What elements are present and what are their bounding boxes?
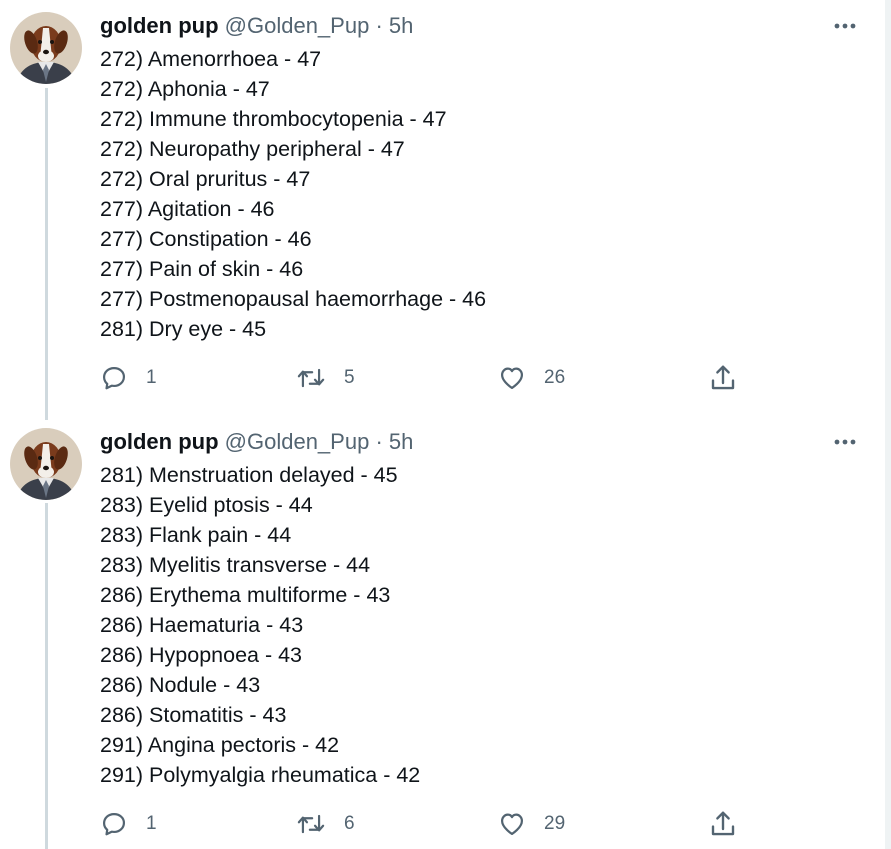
avatar[interactable]	[10, 428, 82, 500]
reply-button[interactable]: 1	[100, 809, 157, 839]
like-button[interactable]: 29	[498, 809, 565, 839]
reply-icon	[100, 364, 128, 392]
heart-icon	[498, 810, 526, 838]
like-count: 29	[544, 813, 566, 834]
tweet-actions: 1 6 29	[100, 809, 760, 839]
retweet-count: 6	[344, 813, 355, 834]
tweet[interactable]: golden pup @Golden_Pup · 5h 281) Menstru…	[0, 428, 885, 849]
heart-icon	[498, 364, 526, 392]
author-handle[interactable]: @Golden_Pup	[225, 13, 370, 38]
tweet-text: 272) Amenorrhoea - 47 272) Aphonia - 47 …	[100, 44, 486, 344]
tweet-text-line: 291) Angina pectoris - 42	[100, 733, 340, 757]
share-icon	[708, 809, 738, 839]
tweet-text-line: 286) Erythema multiforme - 43	[100, 583, 391, 607]
tweet-text-line: 281) Menstruation delayed - 45	[100, 463, 398, 487]
avatar[interactable]	[10, 12, 82, 84]
tweet-text-line: 277) Postmenopausal haemorrhage - 46	[100, 287, 487, 311]
like-count: 26	[544, 367, 566, 388]
tweet-text-line: 272) Immune thrombocytopenia - 47	[100, 107, 447, 131]
tweet-actions: 1 5 26	[100, 363, 760, 393]
tweet-header: golden pup @Golden_Pup · 5h	[100, 12, 413, 40]
tweet-timestamp[interactable]: 5h	[389, 13, 413, 38]
tweet-text-line: 277) Agitation - 46	[100, 197, 275, 221]
tweet-text-line: 281) Dry eye - 45	[100, 317, 267, 341]
tweet-text-line: 286) Nodule - 43	[100, 673, 261, 697]
tweet-text-line: 272) Aphonia - 47	[100, 77, 270, 101]
tweet-text-line: 272) Neuropathy peripheral - 47	[100, 137, 405, 161]
tweet-header: golden pup @Golden_Pup · 5h	[100, 428, 413, 456]
tweet-text-line: 277) Constipation - 46	[100, 227, 312, 251]
more-horizontal-icon[interactable]	[832, 432, 858, 452]
retweet-button[interactable]: 6	[296, 809, 355, 839]
tweet-text-line: 286) Haematuria - 43	[100, 613, 304, 637]
reply-count: 1	[146, 813, 157, 834]
tweet-timestamp[interactable]: 5h	[389, 429, 413, 454]
tweet-text: 281) Menstruation delayed - 45 283) Eyel…	[100, 460, 420, 790]
separator-dot: ·	[375, 13, 383, 38]
tweet[interactable]: golden pup @Golden_Pup · 5h 272) Amenorr…	[0, 12, 885, 402]
like-button[interactable]: 26	[498, 363, 565, 393]
tweet-text-line: 283) Eyelid ptosis - 44	[100, 493, 313, 517]
share-button[interactable]	[708, 363, 738, 393]
tweet-text-line: 283) Flank pain - 44	[100, 523, 292, 547]
tweet-text-line: 272) Oral pruritus - 47	[100, 167, 311, 191]
share-icon	[708, 363, 738, 393]
scrollbar-track[interactable]	[885, 0, 891, 849]
reply-button[interactable]: 1	[100, 363, 157, 393]
retweet-button[interactable]: 5	[296, 363, 355, 393]
retweet-count: 5	[344, 367, 355, 388]
author-display-name[interactable]: golden pup	[100, 429, 219, 454]
more-horizontal-icon[interactable]	[832, 16, 858, 36]
tweet-text-line: 291) Polymyalgia rheumatica - 42	[100, 763, 421, 787]
tweet-text-line: 286) Hypopnoea - 43	[100, 643, 303, 667]
share-button[interactable]	[708, 809, 738, 839]
retweet-icon	[296, 364, 326, 392]
reply-count: 1	[146, 367, 157, 388]
tweet-text-line: 277) Pain of skin - 46	[100, 257, 304, 281]
retweet-icon	[296, 810, 326, 838]
author-handle[interactable]: @Golden_Pup	[225, 429, 370, 454]
tweet-text-line: 272) Amenorrhoea - 47	[100, 47, 322, 71]
tweet-text-line: 283) Myelitis transverse - 44	[100, 553, 371, 577]
reply-icon	[100, 810, 128, 838]
author-display-name[interactable]: golden pup	[100, 13, 219, 38]
tweet-text-line: 286) Stomatitis - 43	[100, 703, 287, 727]
separator-dot: ·	[375, 429, 383, 454]
